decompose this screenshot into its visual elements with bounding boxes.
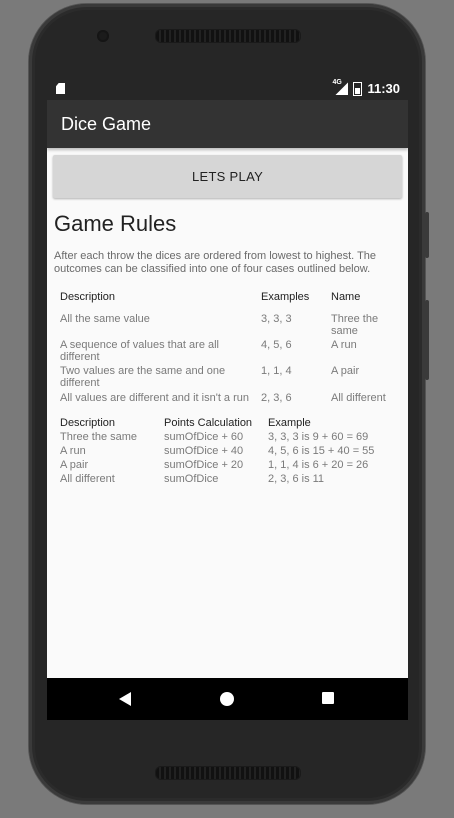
points-example: 3, 3, 3 is 9 + 60 = 69	[268, 431, 369, 443]
points-description: All different	[60, 473, 115, 485]
app-title: Dice Game	[61, 113, 152, 134]
points-calculation: sumOfDice	[164, 473, 219, 485]
header-examples: Examples	[261, 291, 310, 303]
points-example: 1, 1, 4 is 6 + 20 = 26	[268, 459, 369, 471]
case-example: 3, 3, 3	[261, 313, 292, 325]
cases-header-row: Description Examples Name	[53, 291, 402, 313]
navigation-bar	[47, 678, 408, 720]
points-table: Description Points Calculation Example T…	[53, 416, 402, 486]
main-content: LETS PLAY Game Rules After each throw th…	[47, 148, 408, 486]
case-description: Two values are the same and one differen…	[60, 365, 226, 389]
table-row: All the same value 3, 3, 3 Three the sam…	[53, 313, 402, 339]
table-row: Two values are the same and one differen…	[53, 365, 402, 392]
table-row: Three the same sumOfDice + 60 3, 3, 3 is…	[53, 430, 402, 444]
points-calculation: sumOfDice + 20	[164, 459, 244, 471]
points-description: Three the same	[60, 431, 138, 443]
points-example: 2, 3, 6 is 11	[268, 473, 325, 485]
header-description: Description	[60, 417, 116, 429]
header-points-calculation: Points Calculation	[164, 417, 253, 429]
case-description: All the same value	[60, 313, 150, 325]
header-description: Description	[60, 291, 116, 303]
case-example: 4, 5, 6	[261, 339, 292, 351]
status-time: 11:30	[367, 81, 400, 96]
recent-apps-icon[interactable]	[322, 692, 334, 704]
table-row: A pair sumOfDice + 20 1, 1, 4 is 6 + 20 …	[53, 458, 402, 472]
volume-button	[425, 300, 429, 380]
battery-icon	[353, 81, 363, 96]
network-type: 4G	[332, 79, 342, 86]
status-bar: 4G 11:30	[47, 78, 408, 100]
sd-card-icon	[56, 83, 65, 94]
points-example: 4, 5, 6 is 15 + 40 = 55	[268, 445, 375, 457]
case-name: All different	[331, 392, 386, 404]
bottom-speaker	[155, 766, 301, 780]
points-header-row: Description Points Calculation Example	[53, 416, 402, 430]
case-name: A run	[331, 339, 357, 351]
table-row: A run sumOfDice + 40 4, 5, 6 is 15 + 40 …	[53, 444, 402, 458]
home-icon[interactable]	[220, 692, 234, 706]
power-button	[425, 212, 429, 258]
header-name: Name	[331, 291, 361, 303]
points-calculation: sumOfDice + 60	[164, 431, 244, 443]
back-icon[interactable]	[119, 692, 131, 706]
lets-play-button[interactable]: LETS PLAY	[53, 155, 402, 198]
case-name: A pair	[331, 365, 360, 377]
device-screen: 4G 11:30 Dice Game LETS PLAY Game Rules …	[47, 78, 408, 720]
points-calculation: sumOfDice + 40	[164, 445, 244, 457]
case-description: A sequence of values that are all differ…	[60, 339, 219, 363]
table-row: A sequence of values that are all differ…	[53, 339, 402, 365]
rules-intro: After each throw the dices are ordered f…	[54, 250, 377, 275]
case-description: All values are different and it isn't a …	[60, 392, 250, 404]
signal-icon: 4G	[332, 79, 348, 95]
page-title: Game Rules	[54, 211, 177, 236]
points-description: A pair	[60, 459, 89, 471]
case-example: 1, 1, 4	[261, 365, 292, 377]
case-name: Three the same	[331, 313, 379, 337]
top-speaker	[155, 29, 301, 43]
case-example: 2, 3, 6	[261, 392, 292, 404]
app-bar: Dice Game	[47, 100, 408, 148]
table-row: All different sumOfDice 2, 3, 6 is 11	[53, 472, 402, 486]
front-camera	[97, 30, 109, 42]
header-example: Example	[268, 417, 311, 429]
points-description: A run	[60, 445, 86, 457]
table-row: All values are different and it isn't a …	[53, 392, 402, 412]
status-right: 4G 11:30	[332, 79, 400, 96]
cases-table: Description Examples Name All the same v…	[53, 291, 402, 412]
